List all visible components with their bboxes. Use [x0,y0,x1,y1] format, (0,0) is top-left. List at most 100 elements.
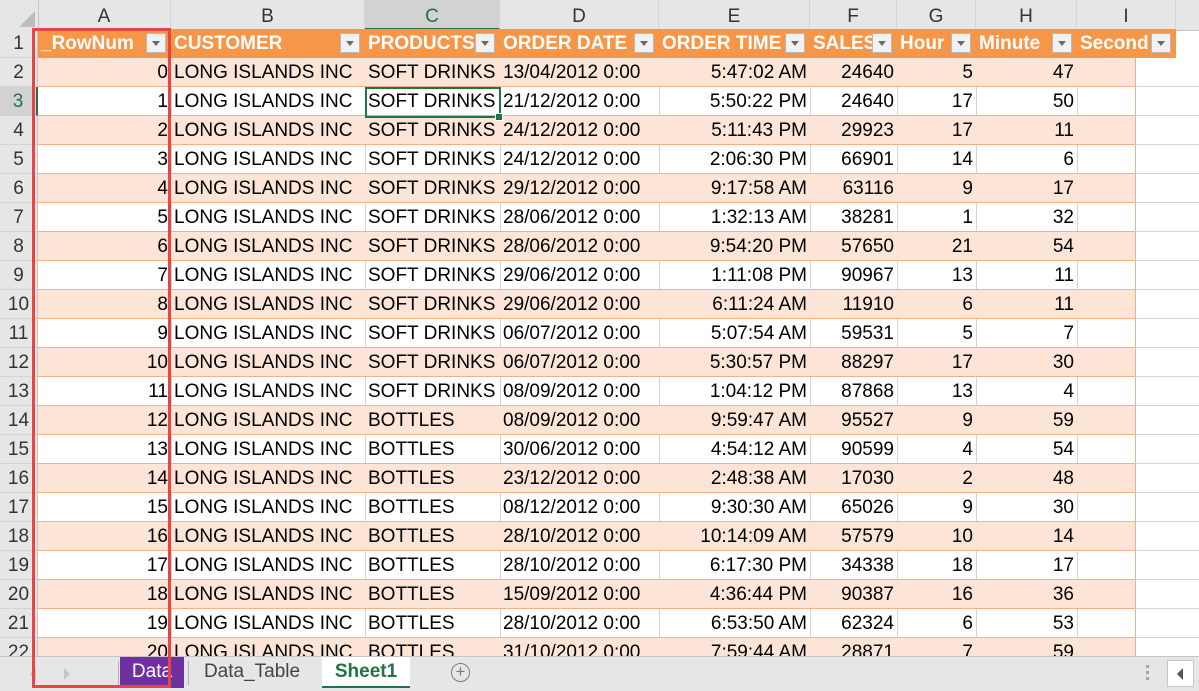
cell-b[interactable]: LONG ISLANDS INC [171,377,365,406]
cell-f[interactable]: 90599 [810,435,897,464]
cell-g[interactable]: 14 [897,145,976,174]
cell-d[interactable]: 15/09/2012 0:00 [500,580,659,609]
cell-g[interactable]: 5 [897,58,976,87]
cell-b[interactable]: LONG ISLANDS INC [171,522,365,551]
cell-c[interactable]: BOTTLES [365,580,500,609]
cell-g[interactable]: 6 [897,609,976,638]
cell-a[interactable]: 8 [38,290,171,319]
cell-j[interactable] [1135,261,1199,290]
row-header[interactable]: 20 [0,580,38,609]
cell-c[interactable]: SOFT DRINKS [365,87,500,116]
cell-e[interactable]: 9:30:30 AM [659,493,810,522]
cell-a[interactable]: 13 [38,435,171,464]
cell-b[interactable]: LONG ISLANDS INC [171,609,365,638]
cell-g[interactable]: 4 [897,435,976,464]
cell-a[interactable]: 16 [38,522,171,551]
cell-e[interactable]: 2:06:30 PM [659,145,810,174]
tab-split-handle[interactable] [1146,665,1149,683]
cell-j[interactable] [1135,464,1199,493]
cell-f[interactable]: 90387 [810,580,897,609]
cell-d[interactable]: 28/06/2012 0:00 [500,203,659,232]
cell-e[interactable]: 5:30:57 PM [659,348,810,377]
column-header-d[interactable]: D [500,0,659,30]
sheet-tab-data-table[interactable]: Data_Table [190,657,314,688]
cell-g[interactable]: 17 [897,348,976,377]
cell-g[interactable]: 17 [897,116,976,145]
cell-h[interactable]: 36 [976,580,1077,609]
row-header[interactable]: 13 [0,377,38,406]
cell-c[interactable]: SOFT DRINKS [365,290,500,319]
cell-g[interactable]: 13 [897,377,976,406]
cell-c[interactable]: SOFT DRINKS [365,116,500,145]
row-header[interactable]: 14 [0,406,38,435]
cell-e[interactable]: 9:17:58 AM [659,174,810,203]
cell-a[interactable]: 0 [38,58,171,87]
cell-a[interactable]: 4 [38,174,171,203]
row-header[interactable]: 17 [0,493,38,522]
cell-a[interactable]: 18 [38,580,171,609]
cell-h[interactable]: 53 [976,609,1077,638]
cell-b[interactable]: LONG ISLANDS INC [171,348,365,377]
cell-c[interactable]: SOFT DRINKS [365,232,500,261]
cell-e[interactable]: 1:04:12 PM [659,377,810,406]
row-header[interactable]: 18 [0,522,38,551]
cell-h[interactable]: 17 [976,551,1077,580]
cell-c[interactable]: BOTTLES [365,493,500,522]
cell-a[interactable]: 12 [38,406,171,435]
cell-e[interactable]: 9:54:20 PM [659,232,810,261]
cell-h[interactable]: 32 [976,203,1077,232]
filter-dropdown-icon[interactable] [340,33,360,53]
filter-dropdown-icon[interactable] [475,33,495,53]
cell-h[interactable]: 11 [976,116,1077,145]
cell-g[interactable]: 6 [897,290,976,319]
cell-h[interactable]: 30 [976,348,1077,377]
column-header-c[interactable]: C [365,0,500,30]
filter-dropdown-icon[interactable] [1151,33,1171,53]
cell-b[interactable]: LONG ISLANDS INC [171,145,365,174]
cell-j[interactable] [1135,406,1199,435]
cell-c[interactable]: BOTTLES [365,464,500,493]
row-header[interactable]: 6 [0,174,38,203]
cell-h[interactable]: 54 [976,232,1077,261]
column-header-i[interactable]: I [1077,0,1176,30]
cell-c[interactable]: SOFT DRINKS [365,319,500,348]
cell-j[interactable] [1135,232,1199,261]
cell-d[interactable]: 21/12/2012 0:00 [500,87,659,116]
cell-g[interactable]: 9 [897,493,976,522]
cell-j[interactable] [1135,580,1199,609]
cell-c[interactable]: SOFT DRINKS [365,348,500,377]
filter-dropdown-icon[interactable] [872,33,892,53]
cell-e[interactable]: 1:11:08 PM [659,261,810,290]
cell-d[interactable]: 08/12/2012 0:00 [500,493,659,522]
cell-f[interactable]: 38281 [810,203,897,232]
fill-handle[interactable] [495,113,503,121]
cell-d[interactable]: 08/09/2012 0:00 [500,377,659,406]
row-header[interactable]: 1 [0,29,38,58]
cell-e[interactable]: 9:59:47 AM [659,406,810,435]
cell-g[interactable]: 13 [897,261,976,290]
cell-f[interactable]: 29923 [810,116,897,145]
select-all-button[interactable] [0,0,39,30]
cell-a[interactable]: 1 [38,87,171,116]
cell-b[interactable]: LONG ISLANDS INC [171,551,365,580]
cell-g[interactable]: 16 [897,580,976,609]
cell-g[interactable]: 21 [897,232,976,261]
filter-dropdown-icon[interactable] [146,33,166,53]
cell-f[interactable]: 62324 [810,609,897,638]
cell-b[interactable]: LONG ISLANDS INC [171,435,365,464]
cell-h[interactable]: 48 [976,464,1077,493]
cell-d[interactable]: 29/06/2012 0:00 [500,261,659,290]
cell-f[interactable]: 34338 [810,551,897,580]
cell-h[interactable]: 11 [976,261,1077,290]
cell-j[interactable] [1135,145,1199,174]
cell-h[interactable]: 30 [976,493,1077,522]
cell-g[interactable]: 7 [897,638,976,656]
cell-g[interactable]: 18 [897,551,976,580]
cell-f[interactable]: 63116 [810,174,897,203]
cell-c[interactable]: SOFT DRINKS [365,58,500,87]
column-header-b[interactable]: B [171,0,365,30]
filter-dropdown-icon[interactable] [634,33,654,53]
cell-e[interactable]: 1:32:13 AM [659,203,810,232]
header-cell[interactable]: CUSTOMER [171,29,365,58]
cell-h[interactable]: 7 [976,319,1077,348]
